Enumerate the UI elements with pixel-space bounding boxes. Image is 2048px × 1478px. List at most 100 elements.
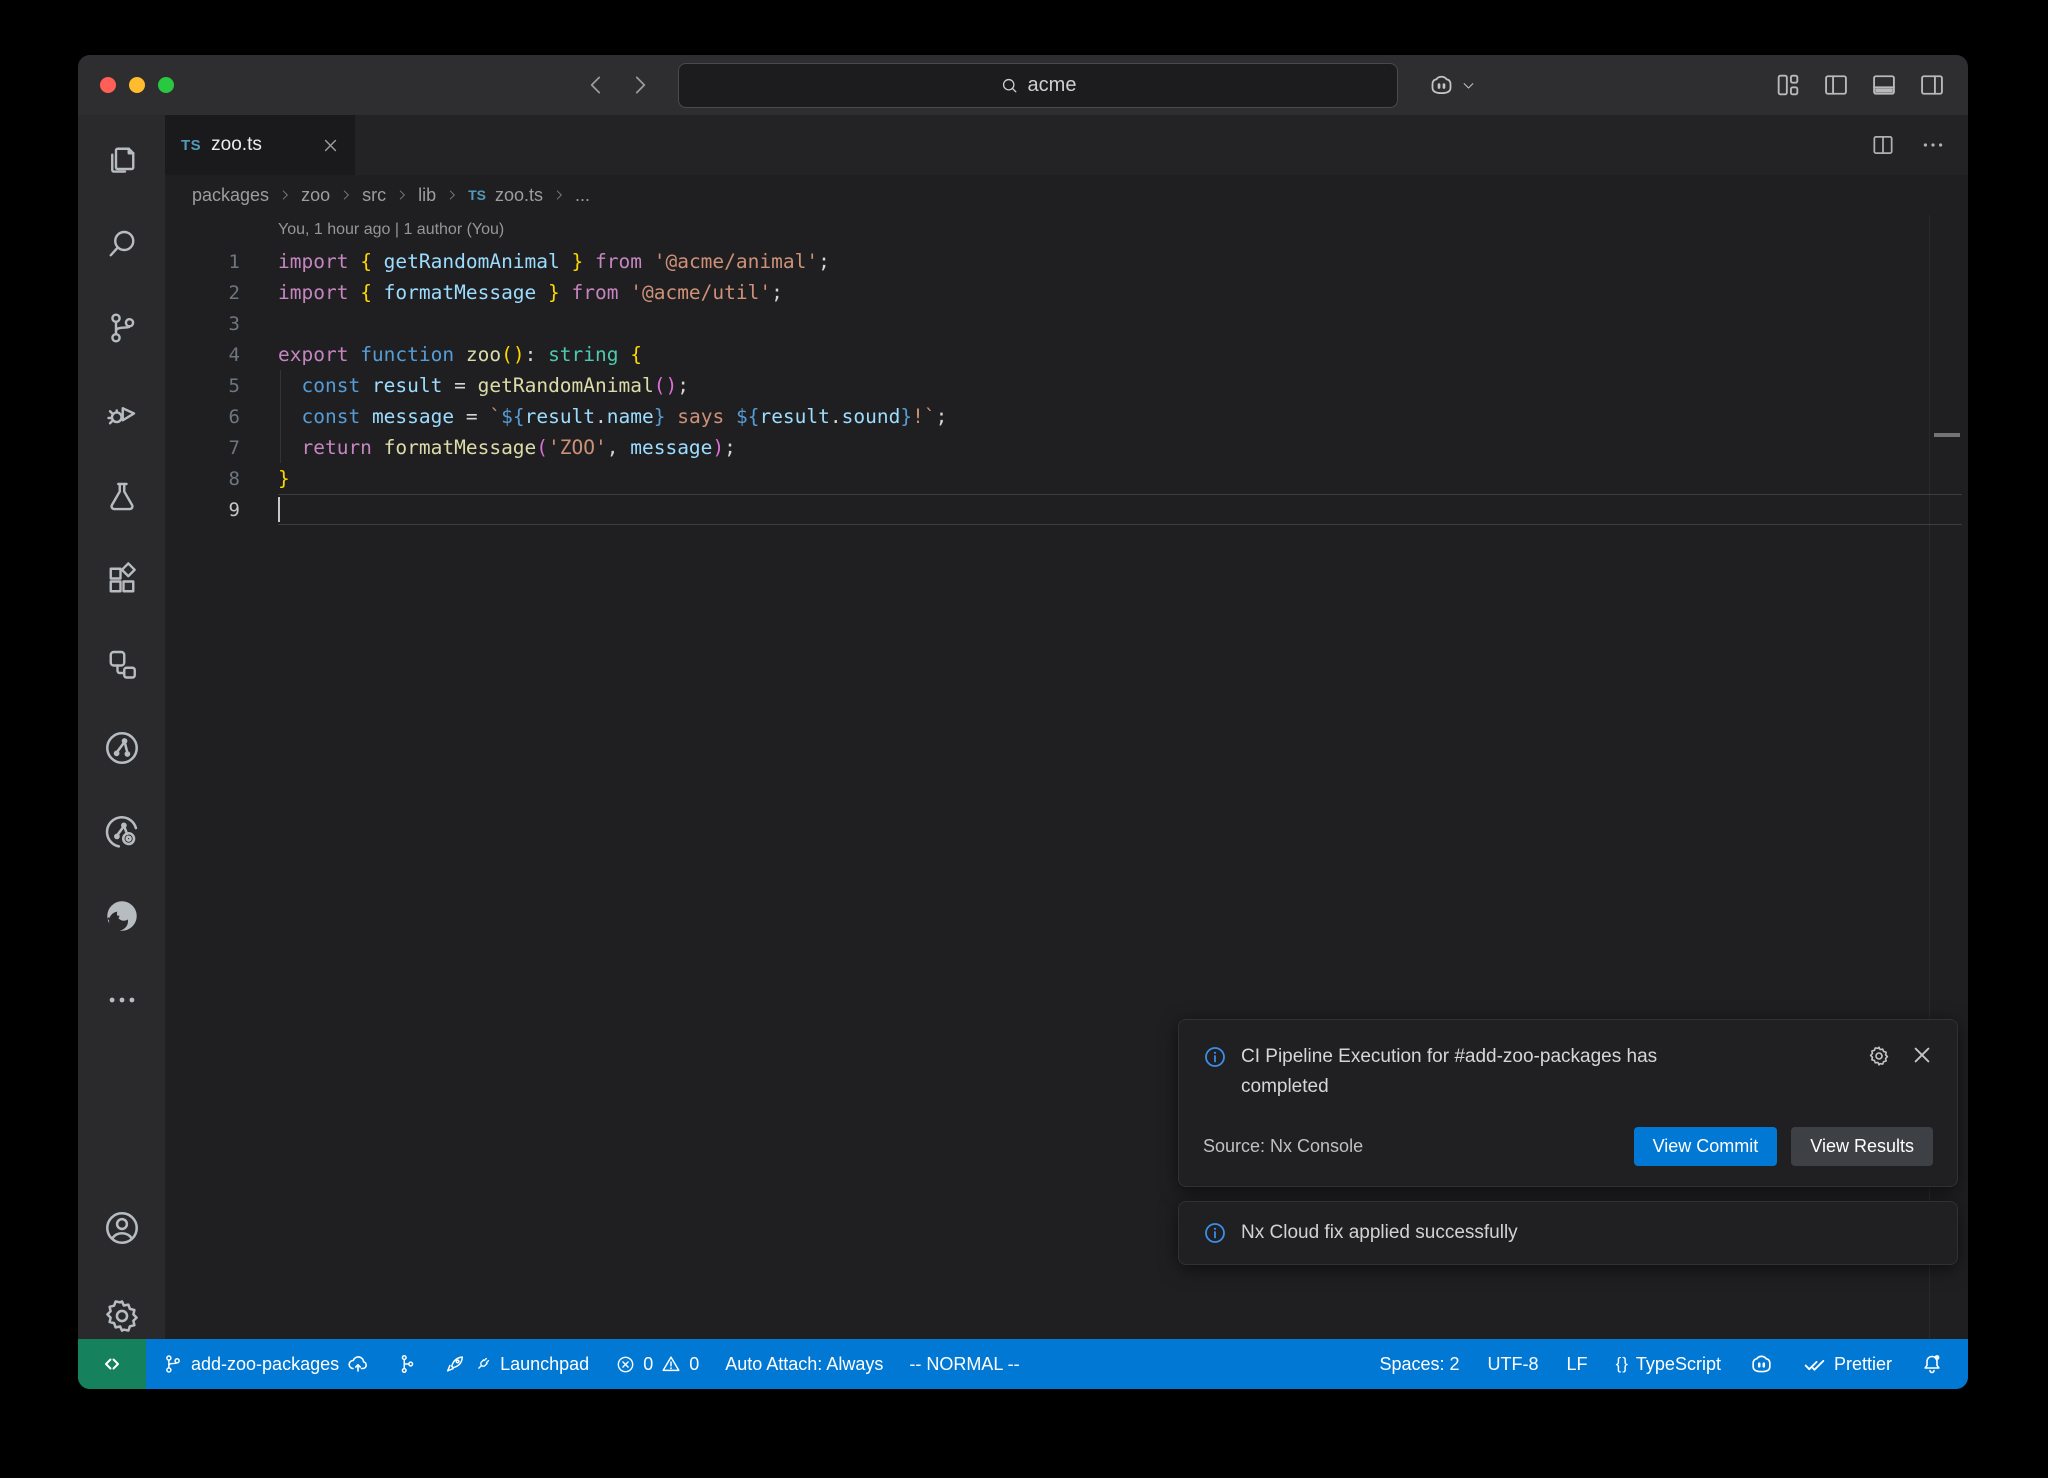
source-control-icon[interactable] bbox=[78, 286, 165, 370]
double-check-icon bbox=[1802, 1352, 1827, 1377]
split-editor-icon[interactable] bbox=[1870, 132, 1896, 158]
command-center-search[interactable]: acme bbox=[678, 63, 1398, 108]
back-arrow-icon[interactable] bbox=[583, 72, 609, 98]
forward-arrow-icon[interactable] bbox=[627, 72, 653, 98]
code-text bbox=[278, 497, 280, 522]
line-number[interactable]: 2 bbox=[165, 282, 240, 304]
toggle-primary-sidebar-button[interactable] bbox=[1822, 71, 1850, 99]
breadcrumb-file[interactable]: zoo.ts bbox=[495, 185, 543, 206]
notification-close-icon[interactable] bbox=[1911, 1044, 1933, 1068]
prettier-status[interactable]: Prettier bbox=[1792, 1339, 1902, 1389]
customize-layout-button[interactable] bbox=[1774, 71, 1802, 99]
copilot-status[interactable] bbox=[1739, 1339, 1784, 1389]
tab-close-icon[interactable] bbox=[322, 137, 339, 154]
traffic-lights bbox=[100, 77, 174, 93]
notification-message: Nx Cloud fix applied successfully bbox=[1241, 1222, 1518, 1244]
view-results-button[interactable]: View Results bbox=[1791, 1127, 1933, 1166]
notification-settings-gear-icon[interactable] bbox=[1867, 1044, 1891, 1068]
view-commit-button[interactable]: View Commit bbox=[1634, 1127, 1778, 1166]
hierarchy-view-icon[interactable] bbox=[78, 622, 165, 706]
code-text: const message = `${result.name} says ${r… bbox=[278, 405, 947, 428]
auto-attach-status[interactable]: Auto Attach: Always bbox=[715, 1339, 893, 1389]
line-number[interactable]: 5 bbox=[165, 375, 240, 397]
notifications-bell[interactable] bbox=[1910, 1339, 1954, 1389]
code-line[interactable]: 9 bbox=[165, 494, 1968, 525]
more-views-icon[interactable] bbox=[78, 958, 165, 1042]
extensions-icon[interactable] bbox=[78, 538, 165, 622]
code-text: import { getRandomAnimal } from '@acme/a… bbox=[278, 250, 830, 273]
status-bar: add-zoo-packages Launchpad 0 0 Auto Atta… bbox=[78, 1339, 1968, 1389]
edge-tools-icon[interactable] bbox=[78, 874, 165, 958]
info-icon bbox=[1203, 1221, 1227, 1245]
git-branch-status[interactable]: add-zoo-packages bbox=[152, 1339, 380, 1389]
nx-graph-inspect-icon[interactable] bbox=[78, 790, 165, 874]
warnings-icon bbox=[660, 1353, 682, 1375]
close-traffic-light[interactable] bbox=[100, 77, 116, 93]
encoding-status[interactable]: UTF-8 bbox=[1478, 1339, 1549, 1389]
testing-icon[interactable] bbox=[78, 454, 165, 538]
problems-status[interactable]: 0 0 bbox=[605, 1339, 709, 1389]
code-line[interactable]: 7 return formatMessage('ZOO', message); bbox=[165, 432, 1968, 463]
line-number[interactable]: 4 bbox=[165, 344, 240, 366]
language-status[interactable]: {} TypeScript bbox=[1606, 1339, 1731, 1389]
explorer-icon[interactable] bbox=[78, 118, 165, 202]
code-lines: 1 import { getRandomAnimal } from '@acme/… bbox=[165, 246, 1968, 525]
code-text: import { formatMessage } from '@acme/uti… bbox=[278, 281, 783, 304]
vim-mode-status[interactable]: -- NORMAL -- bbox=[899, 1339, 1029, 1389]
notification-source: Source: Nx Console bbox=[1203, 1136, 1363, 1157]
settings-gear-icon[interactable] bbox=[103, 1297, 141, 1335]
minimize-traffic-light[interactable] bbox=[129, 77, 145, 93]
editor-more-actions-icon[interactable] bbox=[1920, 132, 1946, 158]
run-debug-icon[interactable] bbox=[78, 370, 165, 454]
code-line[interactable]: 2 import { formatMessage } from '@acme/ut… bbox=[165, 277, 1968, 308]
code-line[interactable]: 5 const result = getRandomAnimal(); bbox=[165, 370, 1968, 401]
vscode-window: acme bbox=[78, 55, 1968, 1389]
copilot-icon bbox=[1428, 72, 1455, 99]
remote-indicator[interactable] bbox=[78, 1339, 146, 1389]
breadcrumb-item[interactable]: zoo bbox=[301, 185, 330, 206]
line-number[interactable]: 7 bbox=[165, 437, 240, 459]
copilot-menu-button[interactable] bbox=[1428, 55, 1476, 115]
line-number[interactable]: 1 bbox=[165, 251, 240, 273]
toggle-panel-button[interactable] bbox=[1870, 71, 1898, 99]
accounts-icon[interactable] bbox=[103, 1209, 141, 1247]
zoom-traffic-light[interactable] bbox=[158, 77, 174, 93]
code-text: return formatMessage('ZOO', message); bbox=[278, 436, 736, 459]
search-view-icon[interactable] bbox=[78, 202, 165, 286]
activity-bar bbox=[78, 115, 165, 1339]
breadcrumb-tail[interactable]: ... bbox=[575, 185, 590, 206]
overview-ruler-marker bbox=[1934, 433, 1960, 437]
text-cursor bbox=[278, 497, 280, 522]
eol-status[interactable]: LF bbox=[1557, 1339, 1598, 1389]
git-branch-icon bbox=[162, 1353, 184, 1375]
launchpad-status[interactable]: Launchpad bbox=[434, 1339, 599, 1389]
typescript-file-icon: TS bbox=[468, 187, 486, 203]
breadcrumb-item[interactable]: lib bbox=[418, 185, 436, 206]
code-line[interactable]: 6 const message = `${result.name} says $… bbox=[165, 401, 1968, 432]
source-control-graph-status[interactable] bbox=[386, 1339, 428, 1389]
copilot-icon bbox=[1749, 1352, 1774, 1377]
line-number[interactable]: 3 bbox=[165, 313, 240, 335]
notification-center: CI Pipeline Execution for #add-zoo-packa… bbox=[1178, 1019, 1958, 1265]
toggle-secondary-sidebar-button[interactable] bbox=[1918, 71, 1946, 99]
nx-graph-icon[interactable] bbox=[78, 706, 165, 790]
indentation-status[interactable]: Spaces: 2 bbox=[1369, 1339, 1469, 1389]
chevron-right-icon bbox=[395, 188, 409, 202]
chevron-right-icon bbox=[278, 188, 292, 202]
breadcrumb-item[interactable]: src bbox=[362, 185, 386, 206]
cloud-upload-icon bbox=[346, 1352, 370, 1376]
line-number[interactable]: 9 bbox=[165, 499, 240, 521]
rocket-icon bbox=[444, 1353, 466, 1375]
code-line[interactable]: 1 import { getRandomAnimal } from '@acme/… bbox=[165, 246, 1968, 277]
code-line[interactable]: 4 export function zoo(): string { bbox=[165, 339, 1968, 370]
tab-zoo-ts[interactable]: TS zoo.ts bbox=[165, 115, 355, 175]
breadcrumb-item[interactable]: packages bbox=[192, 185, 269, 206]
code-line[interactable]: 3 bbox=[165, 308, 1968, 339]
title-bar: acme bbox=[78, 55, 1968, 115]
code-text: } bbox=[278, 467, 290, 490]
code-text: export function zoo(): string { bbox=[278, 343, 642, 366]
codelens-blame[interactable]: You, 1 hour ago | 1 author (You) bbox=[278, 221, 504, 239]
code-line[interactable]: 8} bbox=[165, 463, 1968, 494]
line-number[interactable]: 6 bbox=[165, 406, 240, 428]
line-number[interactable]: 8 bbox=[165, 468, 240, 490]
